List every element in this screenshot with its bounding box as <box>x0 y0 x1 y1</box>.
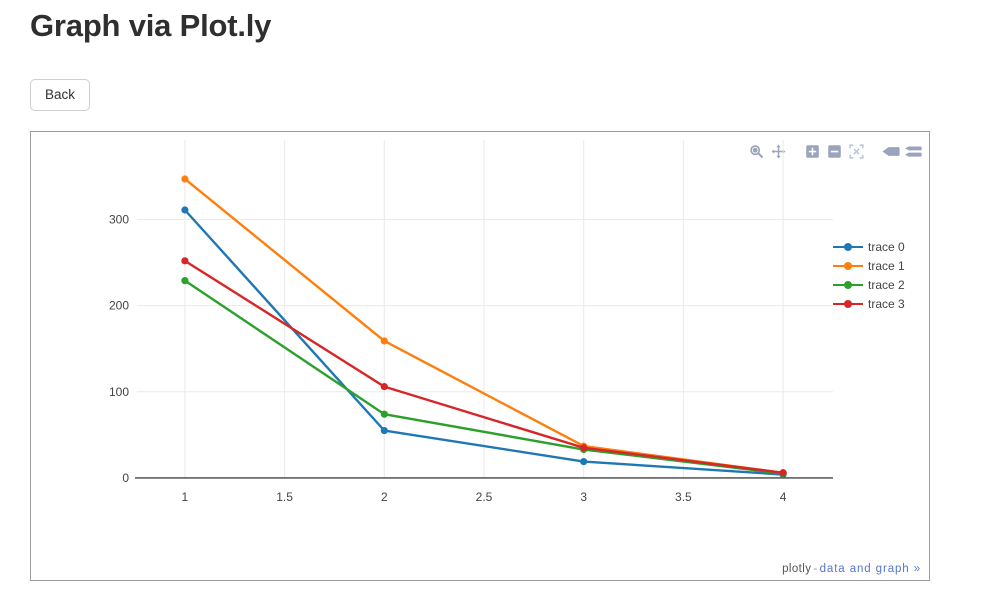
svg-text:1: 1 <box>182 490 189 504</box>
legend-label: trace 2 <box>868 277 905 292</box>
legend-swatch-icon <box>833 260 863 272</box>
svg-text:1.5: 1.5 <box>276 490 293 504</box>
svg-text:2: 2 <box>381 490 388 504</box>
plot-container: 0 100 200 300 1 1.5 2 2.5 3 3.5 4 trace 0 trace 1 <box>30 131 930 581</box>
svg-text:100: 100 <box>109 385 129 399</box>
plotly-brand: plotly <box>782 563 812 575</box>
y-axis-tick-labels: 0 100 200 300 <box>109 212 129 484</box>
svg-text:4: 4 <box>780 490 787 504</box>
svg-text:200: 200 <box>109 299 129 313</box>
plot-canvas: 0 100 200 300 1 1.5 2 2.5 3 3.5 4 <box>109 140 833 504</box>
svg-text:300: 300 <box>109 212 129 226</box>
data-and-graph-link[interactable]: data and graph » <box>820 563 921 575</box>
page-root: Graph via Plot.ly Back 0 100 200 300 1 1… <box>0 0 985 613</box>
legend-label: trace 0 <box>868 239 905 254</box>
svg-text:0: 0 <box>122 471 129 485</box>
svg-text:3: 3 <box>580 490 587 504</box>
legend-item[interactable]: trace 1 <box>833 256 929 275</box>
chart-legend[interactable]: trace 0 trace 1 trace 2 trace 3 <box>833 237 929 313</box>
legend-swatch-icon <box>833 279 863 291</box>
x-axis-tick-labels: 1 1.5 2 2.5 3 3.5 4 <box>182 490 787 504</box>
legend-item[interactable]: trace 2 <box>833 275 929 294</box>
legend-swatch-icon <box>833 241 863 253</box>
legend-item[interactable]: trace 0 <box>833 237 929 256</box>
gridlines <box>137 140 833 478</box>
svg-text:3.5: 3.5 <box>675 490 692 504</box>
legend-item[interactable]: trace 3 <box>833 294 929 313</box>
legend-label: trace 1 <box>868 258 905 273</box>
legend-swatch-icon <box>833 298 863 310</box>
legend-label: trace 3 <box>868 296 905 311</box>
page-title: Graph via Plot.ly <box>30 8 272 43</box>
back-button[interactable]: Back <box>30 79 90 111</box>
footer-separator: - <box>813 563 818 575</box>
plotly-footer: plotly - data and graph » <box>782 563 921 575</box>
svg-text:2.5: 2.5 <box>476 490 493 504</box>
